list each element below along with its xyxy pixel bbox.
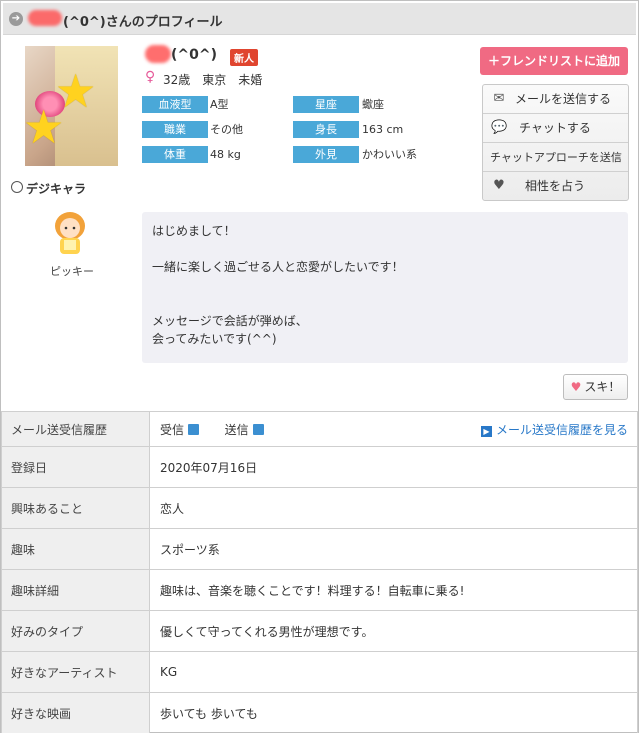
compatibility-label: 相性を占う bbox=[525, 179, 586, 193]
profile-name: (^0^) bbox=[171, 47, 217, 63]
attr-value-blood: A型 bbox=[210, 98, 229, 111]
attr-value-job: その他 bbox=[210, 123, 243, 136]
digichara-label: デジキャラ bbox=[26, 182, 87, 196]
table-row: 好きなアーティスト KG bbox=[1, 651, 638, 693]
table-row: 好きな映画 歩いても 歩いても bbox=[1, 692, 638, 733]
received-icon[interactable] bbox=[188, 423, 200, 435]
message-line: 一緒に楽しく過ごせる人と恋愛がしたいです！ bbox=[152, 260, 404, 274]
new-member-badge: 新人 bbox=[230, 49, 258, 66]
table-row: 登録日 2020年07月16日 bbox=[1, 446, 638, 488]
attr-label-zodiac: 星座 bbox=[293, 96, 359, 113]
detail-label: 好きな映画 bbox=[1, 692, 150, 733]
attr-label-job: 職業 bbox=[142, 121, 208, 138]
like-label: スキ！ bbox=[584, 380, 621, 394]
like-button[interactable]: ♥ スキ！ bbox=[563, 374, 628, 400]
view-mail-history-label: メール送受信履歴を見る bbox=[495, 423, 628, 437]
plus-icon: ＋ bbox=[487, 54, 500, 68]
profile-summary: 32歳 東京 未婚 bbox=[163, 73, 263, 87]
message-line bbox=[152, 294, 618, 312]
digichara-name: ピッキー bbox=[50, 265, 94, 278]
attr-value-appearance: かわいい系 bbox=[362, 148, 417, 161]
add-friend-button[interactable]: ＋フレンドリストに追加 bbox=[480, 47, 628, 75]
message-line: 会ってみたいです(^^) bbox=[152, 332, 277, 346]
mail-history-cell: 受信 送信 ▶ メール送受信履歴を見る bbox=[149, 411, 638, 447]
attr-value-zodiac: 蠍座 bbox=[362, 98, 384, 111]
attr-value-weight: 48 kg bbox=[210, 148, 241, 161]
detail-label: 趣味詳細 bbox=[1, 569, 150, 611]
detail-value: 趣味は、音楽を聴くことです！料理する！自転車に乗る! bbox=[149, 569, 638, 611]
envelope-icon: ✉ bbox=[493, 91, 505, 106]
table-row: 趣味 スポーツ系 bbox=[1, 528, 638, 570]
star-sticker-icon: ★ bbox=[25, 100, 65, 154]
detail-value: 歩いても 歩いても bbox=[149, 692, 638, 733]
heart-icon: ♥ bbox=[570, 380, 582, 394]
attr-label-weight: 体重 bbox=[142, 146, 208, 163]
detail-value: KG bbox=[149, 651, 638, 693]
chat-bubble-icon: 💬 bbox=[491, 120, 508, 135]
redacted-name-mark bbox=[145, 45, 171, 63]
detail-label: 登録日 bbox=[1, 446, 150, 488]
self-introduction-message: はじめまして！ 一緒に楽しく過ごせる人と恋愛がしたいです！ メッセージで会話が弾… bbox=[142, 212, 628, 363]
send-mail-button[interactable]: ✉ メールを送信する bbox=[483, 85, 628, 114]
female-icon: ♀ bbox=[145, 69, 156, 85]
chat-label: チャットする bbox=[519, 121, 591, 135]
profile-panel: ➔ (^0^)さんのプロフィール ★ ★ (^0^) 新人 ♀ 32歳 東京 未… bbox=[0, 0, 639, 733]
sent-icon[interactable] bbox=[252, 423, 264, 435]
detail-label: 好みのタイプ bbox=[1, 610, 150, 652]
profile-details-table: メール送受信履歴 受信 送信 ▶ メール送受信履歴を見る 登録日 2020年07月… bbox=[1, 411, 638, 733]
mail-history-label: メール送受信履歴 bbox=[1, 411, 150, 447]
chat-button[interactable]: 💬 チャットする bbox=[483, 114, 628, 143]
page-title: (^0^)さんのプロフィール bbox=[63, 15, 223, 30]
table-row: 好みのタイプ 優しくて守ってくれる男性が理想です。 bbox=[1, 610, 638, 652]
heart-icon: ♥ bbox=[493, 178, 505, 193]
profile-photo[interactable]: ★ ★ bbox=[25, 46, 118, 166]
detail-label: 興味あること bbox=[1, 487, 150, 529]
send-mail-label: メールを送信する bbox=[515, 92, 612, 106]
detail-label: 趣味 bbox=[1, 528, 150, 570]
redacted-name-mark bbox=[28, 10, 62, 26]
received-label: 受信 bbox=[160, 422, 185, 437]
detail-value: 優しくて守ってくれる男性が理想です。 bbox=[149, 610, 638, 652]
compatibility-button[interactable]: ♥ 相性を占う bbox=[483, 172, 628, 201]
view-mail-history-link[interactable]: ▶ メール送受信履歴を見る bbox=[480, 421, 628, 438]
message-line: はじめまして！ bbox=[152, 224, 236, 238]
attr-value-height: 163 cm bbox=[362, 123, 404, 136]
circle-arrow-right-icon: ➔ bbox=[9, 12, 23, 26]
table-row: 趣味詳細 趣味は、音楽を聴くことです！料理する！自転車に乗る! bbox=[1, 569, 638, 611]
message-line bbox=[152, 276, 618, 294]
arrow-box-icon: ▶ bbox=[480, 426, 492, 437]
sent-label: 送信 bbox=[224, 422, 249, 437]
profile-title-bar: ➔ (^0^)さんのプロフィール bbox=[3, 3, 636, 35]
chat-approach-label: チャットアプローチを送信 bbox=[490, 151, 622, 164]
message-line bbox=[152, 240, 618, 258]
detail-value: 恋人 bbox=[149, 487, 638, 529]
attr-label-appearance: 外見 bbox=[293, 146, 359, 163]
attr-label-blood: 血液型 bbox=[142, 96, 208, 113]
table-row: メール送受信履歴 受信 送信 ▶ メール送受信履歴を見る bbox=[1, 411, 638, 447]
message-line: メッセージで会話が弾めば、 bbox=[152, 314, 308, 328]
add-friend-label: フレンドリストに追加 bbox=[500, 54, 621, 68]
action-button-group: ✉ メールを送信する 💬 チャットする チャットアプローチを送信 ♥ 相性を占う bbox=[482, 84, 629, 201]
digichara-avatar[interactable] bbox=[47, 208, 93, 258]
table-row: 興味あること 恋人 bbox=[1, 487, 638, 529]
chat-approach-button[interactable]: チャットアプローチを送信 bbox=[483, 143, 628, 172]
detail-label: 好きなアーティスト bbox=[1, 651, 150, 693]
digichara-radio[interactable] bbox=[11, 181, 23, 193]
attr-label-height: 身長 bbox=[293, 121, 359, 138]
detail-value: スポーツ系 bbox=[149, 528, 638, 570]
detail-value: 2020年07月16日 bbox=[149, 446, 638, 488]
